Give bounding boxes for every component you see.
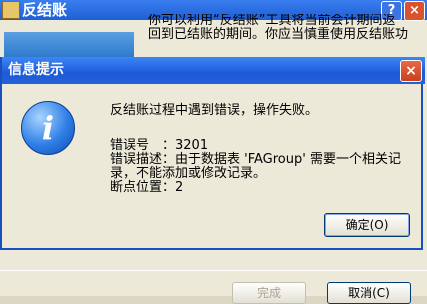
error-number: 错误号 ：3201 (110, 138, 209, 153)
finish-button[interactable]: 完成 (232, 282, 306, 304)
error-dialog: 信息提示 × i 反结账过程中遇到错误，操作失败。 错误号 ：3201 错误描述… (0, 57, 425, 250)
ok-button[interactable]: 确定(O) (324, 213, 410, 237)
wizard-description-line: 回到已结账的期间。你应当慎重使用反结账功 (148, 27, 409, 42)
cancel-button[interactable]: 取消(C) (327, 282, 411, 304)
error-message: 反结账过程中遇到错误，操作失败。 (110, 103, 319, 118)
error-description: 错误描述：由于数据表 'FAGroup' 需要一个相关记 (110, 152, 401, 167)
wizard-side-banner (4, 32, 134, 60)
app-icon (2, 1, 20, 19)
wizard-description-line: 你可以利用“反结账”工具将当前会计期间返 (148, 14, 396, 28)
info-icon: i (21, 101, 75, 155)
error-description-cont: 录，不能添加或修改记录。 (110, 166, 267, 181)
dialog-close-button[interactable]: × (400, 60, 422, 82)
wizard-description: 你可以利用“反结账”工具将当前会计期间返 回到已结账的期间。你应当慎重使用反结账… (148, 14, 427, 42)
dialog-title-bar[interactable]: 信息提示 × (2, 57, 425, 84)
error-details: 错误号 ：3201 错误描述：由于数据表 'FAGroup' 需要一个相关记 录… (110, 138, 401, 195)
background-title: 反结账 (22, 1, 68, 19)
breakpoint-position: 断点位置：2 (110, 180, 184, 195)
dialog-title: 信息提示 (8, 62, 64, 78)
